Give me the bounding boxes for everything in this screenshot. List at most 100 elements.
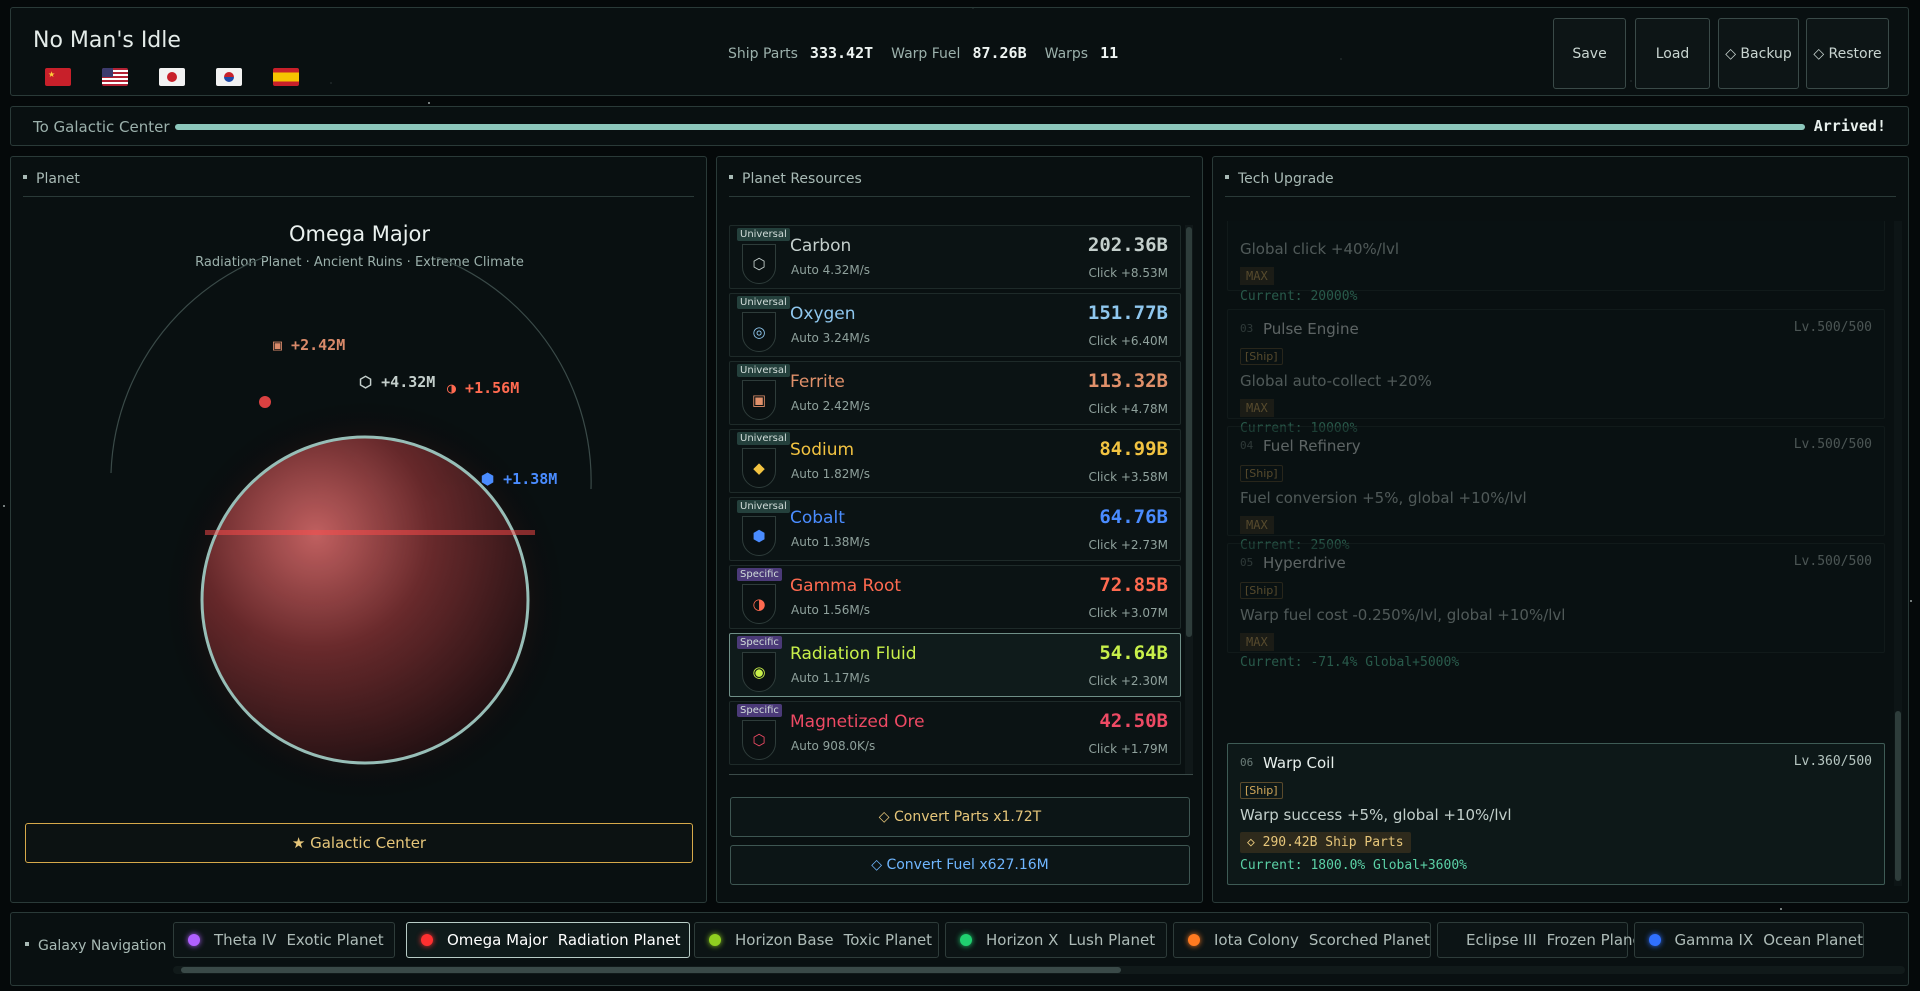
tech-desc: Global click +40%/lvl	[1240, 240, 1400, 258]
flag-china-icon[interactable]	[45, 68, 71, 86]
float-ferrite-gain: ▣ +2.42M	[273, 336, 346, 354]
tech-tag: [Ship]	[1240, 465, 1283, 482]
nav-tab-planet[interactable]: Horizon X Lush Planet	[945, 922, 1167, 958]
nav-planet-type: Ocean Planet	[1763, 931, 1863, 949]
progress-fill	[175, 124, 1805, 130]
resource-row[interactable]: Universal ⬢ Cobalt Auto 1.38M/s 64.76B Click …	[729, 497, 1181, 561]
progress-track	[175, 124, 1805, 130]
nav-planet-type: Frozen Planet	[1546, 931, 1648, 949]
tech-card-partial[interactable]: Global click +40%/lvl MAX Current: 20000…	[1227, 221, 1885, 304]
planet-dot-icon	[188, 934, 200, 946]
nav-tab-planet[interactable]: Iota Colony Scorched Planet	[1173, 922, 1431, 958]
orbiting-moon-icon	[259, 396, 271, 408]
resource-click-rate: Click +2.73M	[1088, 538, 1168, 552]
convert-parts-button[interactable]: ◇ Convert Parts x1.72T	[730, 797, 1190, 837]
resource-name: Gamma Root	[790, 576, 902, 596]
resource-icon: ◑	[742, 584, 776, 624]
tech-tag: [Ship]	[1240, 348, 1283, 365]
resource-row[interactable]: Specific ◑ Gamma Root Auto 1.56M/s 72.85B Cli…	[729, 565, 1181, 629]
nav-tab-planet[interactable]: Gamma IX Ocean Planet	[1634, 922, 1864, 958]
galactic-center-progress: To Galactic Center Arrived!	[10, 106, 1909, 146]
resource-badge: Universal	[737, 500, 790, 513]
save-button[interactable]: Save	[1553, 18, 1626, 89]
convert-fuel-button[interactable]: ◇ Convert Fuel x627.16M	[730, 845, 1190, 885]
nav-tab-planet[interactable]: Theta IV Exotic Planet	[173, 922, 395, 958]
resources-panel-header: Planet Resources	[729, 171, 1190, 197]
planet-dot-icon	[960, 934, 972, 946]
tech-max-badge: MAX	[1240, 516, 1274, 534]
resource-icon: ⬡	[742, 720, 776, 760]
tech-max-badge: MAX	[1240, 399, 1274, 417]
resource-row[interactable]: Specific ◉ Radiation Fluid Auto 1.17M/s 54.6…	[729, 633, 1181, 697]
float-gamma-gain: ◑ +1.56M	[447, 379, 520, 397]
tech-desc: Fuel conversion +5%, global +10%/lvl	[1240, 489, 1527, 507]
resource-click-rate: Click +4.78M	[1088, 402, 1168, 416]
planet-dot-icon	[709, 934, 721, 946]
float-cobalt-gain: ⬢ +1.38M	[481, 470, 558, 488]
nav-planet-name: Gamma IX	[1674, 931, 1754, 949]
resource-badge: Specific	[737, 636, 782, 649]
tech-current: Current: 20000%	[1240, 289, 1358, 304]
resource-icon: ◉	[742, 652, 776, 692]
tech-number: 03	[1240, 322, 1254, 335]
nav-tab-planet[interactable]: Eclipse III Frozen Planet	[1437, 922, 1648, 958]
resource-name: Sodium	[790, 440, 855, 460]
planet-dot-icon	[421, 934, 433, 946]
tech-list: Global click +40%/lvl MAX Current: 20000…	[1227, 221, 1902, 886]
ship-parts-value: 333.42T	[809, 44, 874, 62]
tech-desc: Warp fuel cost -0.250%/lvl, global +10%/…	[1240, 606, 1566, 624]
resource-icon: ⬢	[742, 516, 776, 556]
resource-value: 72.85B	[1099, 574, 1168, 596]
nav-tab-planet[interactable]: Omega Major Radiation Planet	[406, 922, 690, 958]
warp-fuel-value: 87.26B	[972, 44, 1027, 62]
nav-planet-type: Toxic Planet	[843, 931, 933, 949]
resource-badge: Universal	[737, 228, 790, 241]
planet-resources-panel: Planet Resources Universal ⬡ Carbon Auto 4.…	[716, 156, 1203, 903]
resource-row[interactable]: Universal ◆ Sodium Auto 1.82M/s 84.99B Click …	[729, 429, 1181, 493]
resource-row[interactable]: Specific ⬡ Magnetized Ore Auto 908.0K/s 42.5…	[729, 701, 1181, 765]
resource-scrollbar[interactable]	[1185, 225, 1193, 774]
planet-sphere[interactable]	[200, 435, 530, 765]
top-header-bar: No Man's Idle Ship Parts 333.42T Warp Fu…	[10, 7, 1909, 96]
nav-planet-name: Horizon X	[986, 931, 1059, 949]
tech-level: Lv.360/500	[1793, 754, 1872, 769]
flag-usa-icon[interactable]	[102, 68, 128, 86]
tech-card[interactable]: 05 Hyperdrive Lv.500/500 [Ship] Warp fuel co…	[1227, 543, 1885, 670]
radiation-band	[205, 530, 535, 535]
restore-button[interactable]: ◇ Restore	[1806, 18, 1889, 89]
warps-label: Warps	[1044, 46, 1089, 62]
resource-value: 113.32B	[1087, 370, 1168, 392]
galactic-center-button[interactable]: ★ Galactic Center	[25, 823, 693, 863]
planet-visual[interactable]	[11, 257, 708, 877]
resource-icon: ◆	[742, 448, 776, 488]
tech-name: Hyperdrive	[1263, 554, 1346, 572]
planet-panel-header: Planet	[23, 171, 694, 197]
nav-scrollbar[interactable]	[173, 966, 1905, 974]
resource-badge: Specific	[737, 568, 782, 581]
nav-tab-planet[interactable]: Horizon Base Toxic Planet	[694, 922, 939, 958]
flag-japan-icon[interactable]	[159, 68, 185, 86]
resource-row[interactable]: Universal ⬡ Carbon Auto 4.32M/s 202.36B Click…	[729, 225, 1181, 289]
planet-dot-icon	[1188, 934, 1200, 946]
backup-button[interactable]: ◇ Backup	[1718, 18, 1799, 89]
tech-card[interactable]: 03 Pulse Engine Lv.500/500 [Ship] Global aut…	[1227, 309, 1885, 436]
tech-scrollbar[interactable]	[1894, 221, 1902, 886]
tech-name: Warp Coil	[1263, 754, 1335, 772]
flag-spain-icon[interactable]	[273, 68, 299, 86]
load-button[interactable]: Load	[1635, 18, 1710, 89]
resource-row[interactable]: Universal ▣ Ferrite Auto 2.42M/s 113.32B Clic…	[729, 361, 1181, 425]
resource-name: Cobalt	[790, 508, 845, 528]
galaxy-navigation: Galaxy Navigation Theta IV Exotic Planet O…	[10, 912, 1909, 986]
nav-planet-type: Scorched Planet	[1308, 931, 1430, 949]
tech-card-warp-coil[interactable]: 06 Warp Coil Lv.360/500 [Ship] Warp succ…	[1227, 743, 1885, 885]
nav-planet-name: Theta IV	[214, 931, 277, 949]
planet-name: Omega Major	[288, 222, 431, 246]
upgrade-cost-button[interactable]: ◇ 290.42B Ship Parts	[1240, 832, 1411, 853]
tech-card[interactable]: 04 Fuel Refinery Lv.500/500 [Ship] Fuel conv…	[1227, 426, 1885, 553]
flag-korea-icon[interactable]	[216, 68, 242, 86]
resource-click-rate: Click +3.07M	[1088, 606, 1168, 620]
resource-row[interactable]: Universal ◎ Oxygen Auto 3.24M/s 151.77B Click…	[729, 293, 1181, 357]
planet-tabs: Theta IV Exotic Planet Omega Major Radiatio…	[173, 922, 1905, 978]
tech-level: Lv.500/500	[1793, 554, 1872, 569]
resource-auto-rate: Auto 1.82M/s	[791, 467, 871, 481]
